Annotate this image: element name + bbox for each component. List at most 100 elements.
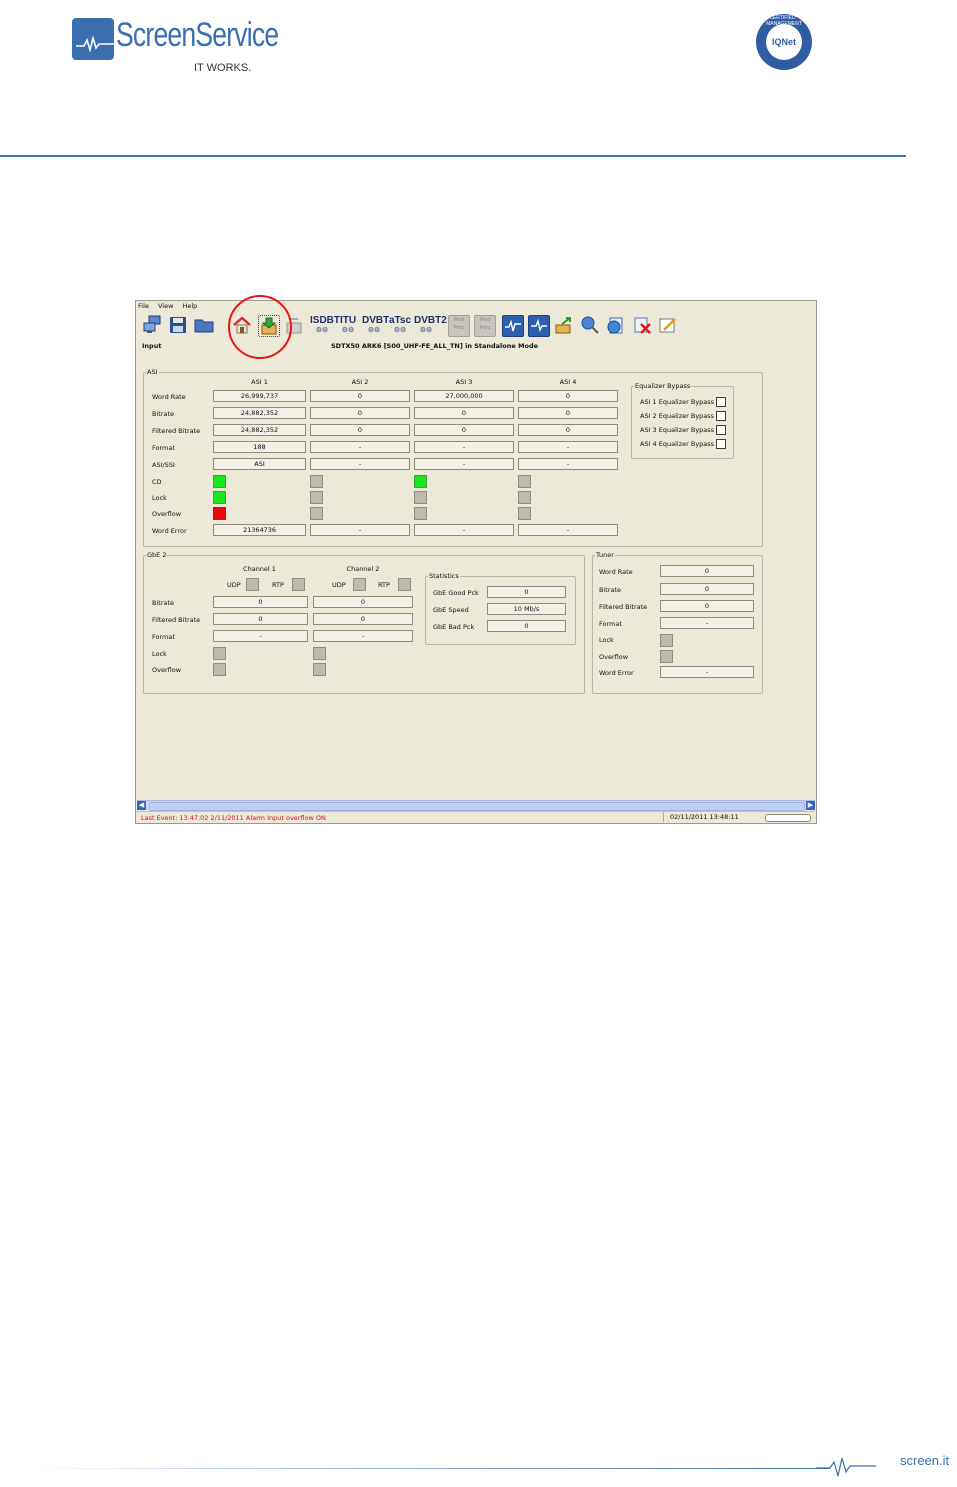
asi2-word-error: - (310, 524, 410, 536)
tuner-bitrate: 0 (660, 583, 754, 595)
menu-help[interactable]: Help (182, 302, 197, 310)
asi3-lock-led (414, 491, 427, 504)
ch1-rtp-led (292, 578, 305, 591)
statistics-legend: Statistics (429, 572, 459, 580)
gbe-bad-pck-label: GbE Bad Pck (433, 623, 475, 631)
screenservice-logo: ScreenService IT WORKS. (72, 16, 279, 76)
asi4-lock-led (518, 491, 531, 504)
asi2-word-rate: 0 (310, 390, 410, 402)
asi3-filtered-bitrate: 0 (414, 424, 514, 436)
asi3-format: - (414, 441, 514, 453)
gbe-speed-value: 10 Mb/s (487, 603, 566, 615)
asi2-format: - (310, 441, 410, 453)
gbe-speed-label: GbE Speed (433, 606, 469, 614)
gbe2-legend: GbE 2 (147, 551, 167, 559)
edit-icon[interactable] (658, 315, 678, 335)
globe-icon[interactable] (606, 315, 626, 335)
asi-ssi-label: ASI/SSI (152, 461, 175, 469)
asi4-ssi: - (518, 458, 618, 470)
ch1-lock-led (213, 647, 226, 660)
status-timestamp: 02/11/2011 13:48:11 (663, 812, 768, 822)
asi1-word-rate: 26,999,737 (213, 390, 306, 402)
asi3-word-error: - (414, 524, 514, 536)
tuner-word-error-label: Word Error (599, 669, 634, 677)
ch2-overflow-led (313, 663, 326, 676)
save-icon[interactable] (168, 315, 188, 335)
isdbt-button[interactable]: ISDBT ⚙⚙ (310, 315, 340, 335)
status-bar: Last Event: 13.47.02 2/11/2011 Alarm Inp… (137, 811, 815, 823)
folder-icon[interactable] (194, 315, 214, 335)
asi3-equalizer-label: ASI 3 Equalizer Bypass (640, 426, 715, 434)
ch1-overflow-led (213, 663, 226, 676)
delete-icon[interactable] (632, 315, 652, 335)
scroll-right-icon[interactable]: ▶ (806, 801, 815, 810)
tuner-lock-led (660, 634, 673, 647)
asi4-equalizer-checkbox[interactable] (716, 439, 726, 449)
mod-proc-2-button[interactable]: Mod Proc (474, 315, 496, 337)
dvbt2-button[interactable]: DVBT2 ⚙⚙ (414, 315, 447, 335)
asi1-bitrate: 24,882,352 (213, 407, 306, 419)
monitor2-icon[interactable] (528, 315, 550, 337)
menu-bar: File View Help (138, 302, 204, 312)
itu-button[interactable]: ITU ⚙⚙ (336, 315, 360, 335)
asi4-overflow-led (518, 507, 531, 520)
tuner-lock-label: Lock (599, 636, 614, 644)
tuner-filtered-bitrate-label: Filtered Bitrate (599, 603, 648, 611)
app-window: File View Help ISDBT ⚙⚙ ITU ⚙⚙ DVBT ⚙⚙ aTsc… (135, 300, 817, 824)
iqnet-certification-seal: CERTIFIED · MANAGEMENT SYSTEM IQNet (756, 14, 812, 70)
asi-lock-label: Lock (152, 494, 167, 502)
mode-label: Input (142, 342, 162, 350)
tuner-format: - (660, 617, 754, 629)
tuner-legend: Tuner (596, 551, 614, 559)
tuner-word-rate-label: Word Rate (599, 568, 633, 576)
channel1-header: Channel 1 (243, 565, 276, 573)
highlight-circle (228, 295, 292, 359)
asi3-ssi: - (414, 458, 514, 470)
ch1-udp-label: UDP (227, 581, 241, 589)
asi1-cd-led (213, 475, 226, 488)
last-event-text: Last Event: 13.47.02 2/11/2011 Alarm Inp… (141, 814, 326, 822)
menu-view[interactable]: View (158, 302, 173, 310)
search-web-icon[interactable] (580, 315, 600, 335)
asi4-word-error: - (518, 524, 618, 536)
ch1-udp-led (246, 578, 259, 591)
asi3-word-rate: 27,000,000 (414, 390, 514, 402)
mod-proc-1-button[interactable]: Mod Proc (448, 315, 470, 337)
horizontal-scrollbar[interactable]: ◀ ▶ (137, 800, 815, 811)
network-icon[interactable] (142, 315, 162, 335)
asi1-header: ASI 1 (251, 378, 268, 386)
ch2-filtered-bitrate: 0 (313, 613, 413, 625)
asi2-lock-led (310, 491, 323, 504)
asi1-filtered-bitrate: 24,882,352 (213, 424, 306, 436)
asi4-filtered-bitrate: 0 (518, 424, 618, 436)
asi2-cd-led (310, 475, 323, 488)
asi3-header: ASI 3 (455, 378, 473, 386)
asi1-word-error: 21364736 (213, 524, 306, 536)
asi1-ssi: ASI (213, 458, 306, 470)
asi1-equalizer-checkbox[interactable] (716, 397, 726, 407)
gbe-good-pck-value: 0 (487, 586, 566, 598)
dvbt-button[interactable]: DVBT ⚙⚙ (362, 315, 389, 335)
asi4-cd-led (518, 475, 531, 488)
logo-text: ScreenService (116, 16, 279, 54)
status-progress-bar (765, 814, 811, 822)
monitor1-icon[interactable] (502, 315, 524, 337)
export-icon[interactable] (554, 315, 574, 335)
asi3-equalizer-checkbox[interactable] (716, 425, 726, 435)
tuner-format-label: Format (599, 620, 622, 628)
header-rule (0, 155, 906, 157)
scroll-thumb[interactable] (149, 802, 805, 811)
asi-word-rate-label: Word Rate (152, 393, 186, 401)
atsc-button[interactable]: aTsc ⚙⚙ (388, 315, 412, 335)
scroll-left-icon[interactable]: ◀ (137, 801, 146, 810)
ch1-bitrate: 0 (213, 596, 308, 608)
ch2-rtp-led (398, 578, 411, 591)
asi2-overflow-led (310, 507, 323, 520)
asi4-equalizer-label: ASI 4 Equalizer Bypass (640, 440, 715, 448)
asi2-header: ASI 2 (351, 378, 369, 386)
asi3-cd-led (414, 475, 427, 488)
footer-url: screen.it (900, 1453, 950, 1468)
gbe-format-label: Format (152, 633, 175, 641)
asi2-equalizer-checkbox[interactable] (716, 411, 726, 421)
menu-file[interactable]: File (138, 302, 149, 310)
